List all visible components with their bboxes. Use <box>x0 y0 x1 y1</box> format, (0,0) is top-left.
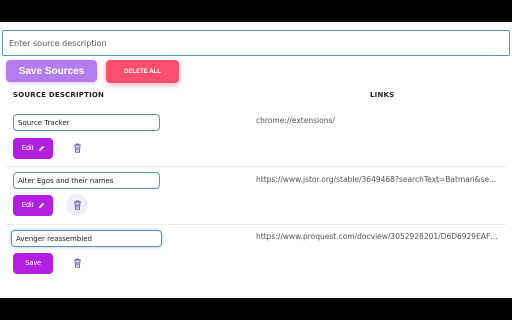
link-text: chrome://extensions/ <box>256 116 335 125</box>
source-description-header: SOURCE DESCRIPTION <box>13 91 105 99</box>
trash-icon <box>73 200 81 210</box>
delete-row-button[interactable] <box>66 137 88 159</box>
extension-page: Save Sources DELETE ALL SOURCE DESCRIPTI… <box>0 22 512 298</box>
save-label: Save <box>25 260 41 267</box>
pencil-icon <box>38 145 44 152</box>
delete-row-button[interactable] <box>66 194 88 216</box>
edit-button[interactable]: Edit <box>13 138 53 159</box>
edit-button[interactable]: Edit <box>13 195 53 216</box>
edit-label: Edit <box>21 202 34 209</box>
links-header: LINKS <box>370 91 395 99</box>
edit-label: Edit <box>21 145 34 152</box>
pencil-icon <box>38 202 44 209</box>
row-divider <box>6 166 506 167</box>
trash-icon <box>73 258 81 268</box>
save-button[interactable]: Save <box>13 253 53 274</box>
source-description-input[interactable] <box>2 30 510 56</box>
description-field[interactable] <box>11 230 162 247</box>
description-field[interactable] <box>13 172 160 189</box>
trash-icon <box>73 143 81 153</box>
save-sources-button[interactable]: Save Sources <box>6 60 97 82</box>
description-field[interactable] <box>13 114 160 131</box>
link-text: https://www.jstor.org/stable/3649468?sea… <box>256 175 500 184</box>
delete-row-button[interactable] <box>66 252 88 274</box>
row-divider <box>6 224 506 225</box>
link-text: https://www.proquest.com/docview/3052928… <box>256 232 500 241</box>
delete-all-button[interactable]: DELETE ALL <box>106 60 179 83</box>
